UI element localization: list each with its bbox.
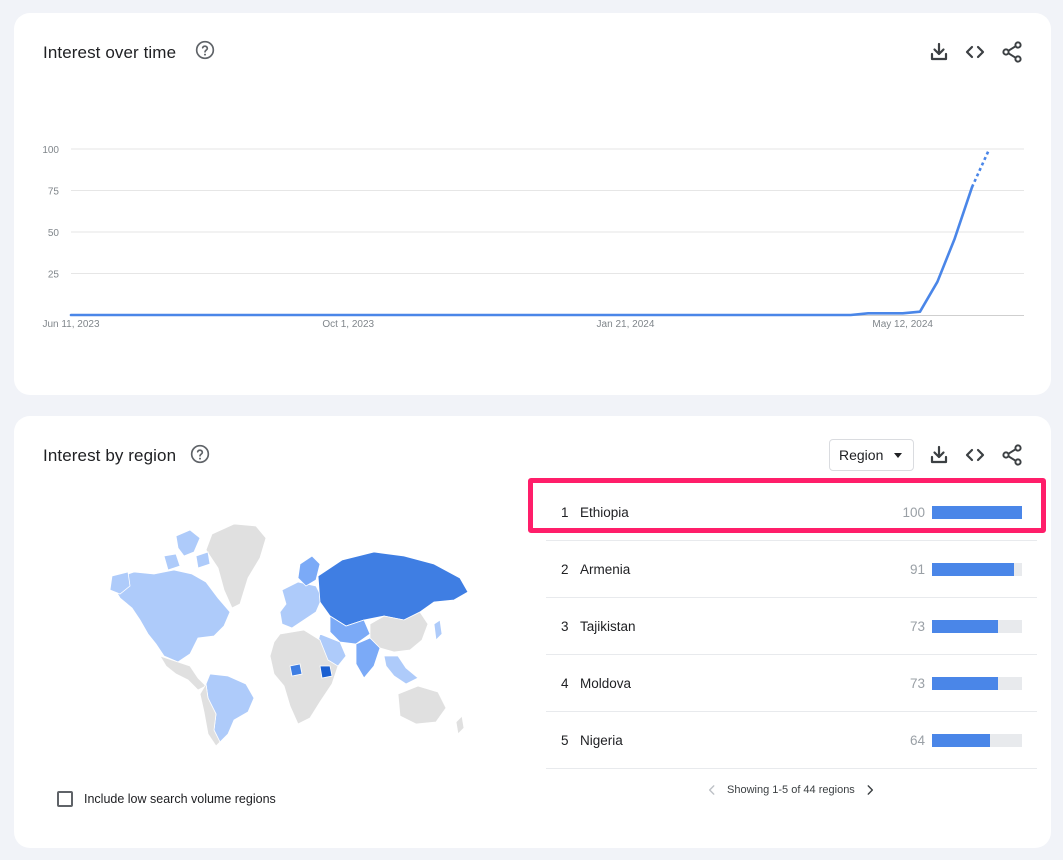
region-bar-fill <box>932 734 990 747</box>
map-region-australia[interactable] <box>397 685 447 725</box>
download-icon[interactable] <box>927 443 951 467</box>
low-volume-checkbox-label[interactable]: Include low search volume regions <box>84 792 276 806</box>
pagination-text: Showing 1-5 of 44 regions <box>727 784 855 796</box>
pagination: Showing 1-5 of 44 regions <box>702 780 880 800</box>
world-map[interactable] <box>94 516 474 746</box>
map-region-new-zealand[interactable] <box>455 715 465 735</box>
region-rank: 4 <box>561 676 569 691</box>
map-region-nigeria[interactable] <box>289 663 303 677</box>
interest-over-time-card: Interest over time 25 50 75 100 Jun 11, 202… <box>14 13 1051 395</box>
caret-down-icon <box>894 453 902 458</box>
region-bar-track <box>932 677 1022 690</box>
region-bar-fill <box>932 677 998 690</box>
region-row[interactable]: 5 Nigeria 64 <box>546 712 1037 769</box>
map-region-russia[interactable] <box>317 551 469 627</box>
map-region-scandinavia[interactable] <box>297 555 321 587</box>
region-value: 73 <box>909 619 925 634</box>
region-bar-track <box>932 563 1022 576</box>
x-tick-label: Oct 1, 2023 <box>322 319 374 330</box>
region-rank: 2 <box>561 562 569 577</box>
region-bar-track <box>932 734 1022 747</box>
chevron-right-icon <box>867 785 873 795</box>
x-tick-label: May 12, 2024 <box>872 319 933 330</box>
y-tick-label: 75 <box>48 187 60 198</box>
map-region-japan[interactable] <box>433 619 443 641</box>
chart-y-ticks: 25 50 75 100 <box>42 145 59 281</box>
region-bar-fill <box>932 506 1022 519</box>
region-name[interactable]: Armenia <box>580 562 630 577</box>
chevron-left-icon <box>708 785 715 795</box>
region-rank: 1 <box>561 505 569 520</box>
prev-page-button[interactable] <box>702 780 722 800</box>
region-row[interactable]: 4 Moldova 73 <box>546 655 1037 712</box>
region-row[interactable]: 1 Ethiopia 100 <box>546 484 1037 541</box>
y-tick-label: 100 <box>42 145 59 156</box>
region-dropdown-value: Region <box>839 447 884 463</box>
map-region-ethiopia[interactable] <box>319 665 333 679</box>
y-tick-label: 25 <box>48 270 60 281</box>
chart-grid <box>71 148 1024 316</box>
region-name[interactable]: Ethiopia <box>580 505 629 520</box>
y-tick-label: 50 <box>48 228 60 239</box>
region-name[interactable]: Tajikistan <box>580 619 636 634</box>
region-row[interactable]: 2 Armenia 91 <box>546 541 1037 598</box>
region-row[interactable]: 3 Tajikistan 73 <box>546 598 1037 655</box>
interest-by-region-card: Interest by region Region Include low se… <box>14 416 1051 848</box>
region-rank: 3 <box>561 619 569 634</box>
map-region-southeast-asia[interactable] <box>383 655 419 685</box>
region-bar-track <box>932 620 1022 633</box>
map-region-arctic-islands[interactable] <box>163 529 211 571</box>
region-value: 64 <box>909 733 925 748</box>
region-bar-track <box>932 506 1022 519</box>
region-rank: 5 <box>561 733 569 748</box>
x-tick-label: Jun 11, 2023 <box>42 319 100 330</box>
x-tick-label: Jan 21, 2024 <box>597 319 655 330</box>
low-volume-checkbox[interactable] <box>57 791 73 807</box>
region-value: 100 <box>902 505 925 520</box>
region-value: 73 <box>909 676 925 691</box>
series-partial-line <box>970 148 991 188</box>
region-dropdown[interactable]: Region <box>829 439 914 471</box>
chart-x-ticks: Jun 11, 2023 Oct 1, 2023 Jan 21, 2024 May 1… <box>42 319 933 330</box>
map-region-north-america[interactable] <box>113 569 231 663</box>
map-region-india[interactable] <box>355 637 381 679</box>
region-list: 1 Ethiopia 100 2 Armenia 91 3 Tajikistan 73 4 Mold… <box>546 484 1037 769</box>
region-bar-fill <box>932 620 998 633</box>
interest-line-chart: 25 50 75 100 Jun 11, 2023 Oct 1, 2023 Jan 21,… <box>42 145 1024 330</box>
region-value: 91 <box>909 562 925 577</box>
map-region-europe[interactable] <box>279 581 323 629</box>
region-name[interactable]: Nigeria <box>580 733 623 748</box>
interest-by-region-title: Interest by region <box>43 446 177 465</box>
map-region-mexico[interactable] <box>159 655 207 691</box>
share-icon[interactable] <box>1000 443 1024 467</box>
embed-code-icon[interactable] <box>963 443 987 467</box>
region-name[interactable]: Moldova <box>580 676 631 691</box>
region-bar-fill <box>932 563 1014 576</box>
help-icon[interactable] <box>190 444 210 464</box>
next-page-button[interactable] <box>860 780 880 800</box>
series-line <box>69 185 974 317</box>
